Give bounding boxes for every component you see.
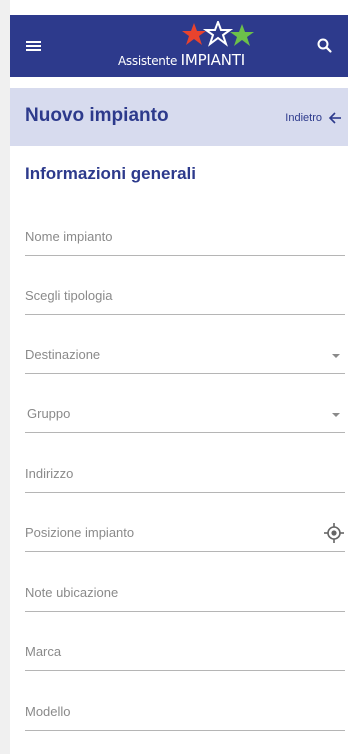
field-label: Posizione impianto xyxy=(25,525,135,540)
field-label: Destinazione xyxy=(25,347,101,362)
field-indirizzo[interactable]: Indirizzo xyxy=(25,458,345,493)
search-icon[interactable] xyxy=(312,33,338,59)
stars-logo xyxy=(182,21,254,47)
section-title: Informazioni generali xyxy=(25,164,196,183)
field-nome-impianto[interactable]: Nome impianto xyxy=(25,221,345,256)
field-note-ubicazione[interactable]: Note ubicazione xyxy=(25,577,345,612)
left-frame-strip xyxy=(0,0,10,754)
logo-text-small: Assistente xyxy=(118,54,178,68)
field-label: Indirizzo xyxy=(25,466,74,481)
field-label: Nome impianto xyxy=(25,229,113,244)
logo-text-big: IMPIANTI xyxy=(180,51,246,69)
back-button[interactable]: Indietro xyxy=(285,108,342,128)
field-label: Gruppo xyxy=(27,406,71,421)
app-bar: Assistente IMPIANTI xyxy=(10,15,348,77)
menu-icon[interactable] xyxy=(21,33,47,59)
arrow-left-icon xyxy=(328,112,341,124)
app-logo: Assistente IMPIANTI xyxy=(118,21,258,73)
select-destinazione[interactable]: Destinazione xyxy=(25,339,345,374)
field-label: Marca xyxy=(25,644,62,659)
gps-target-icon[interactable] xyxy=(323,522,345,544)
page-title: Nuovo impianto xyxy=(25,105,169,126)
field-marca[interactable]: Marca xyxy=(25,636,345,671)
page-header: Nuovo impianto Indietro xyxy=(10,88,348,146)
field-label: Note ubicazione xyxy=(25,585,119,600)
field-label: Modello xyxy=(25,704,71,719)
field-label: Scegli tipologia xyxy=(25,288,113,303)
field-modello[interactable]: Modello xyxy=(25,696,345,731)
chevron-down-icon xyxy=(332,354,340,358)
field-posizione-impianto[interactable]: Posizione impianto xyxy=(25,517,345,552)
back-label: Indietro xyxy=(285,112,322,124)
select-gruppo[interactable]: Gruppo xyxy=(25,398,345,433)
logo-wordmark: Assistente IMPIANTI xyxy=(118,51,245,69)
chevron-down-icon xyxy=(332,413,340,417)
field-scegli-tipologia[interactable]: Scegli tipologia xyxy=(25,280,345,315)
